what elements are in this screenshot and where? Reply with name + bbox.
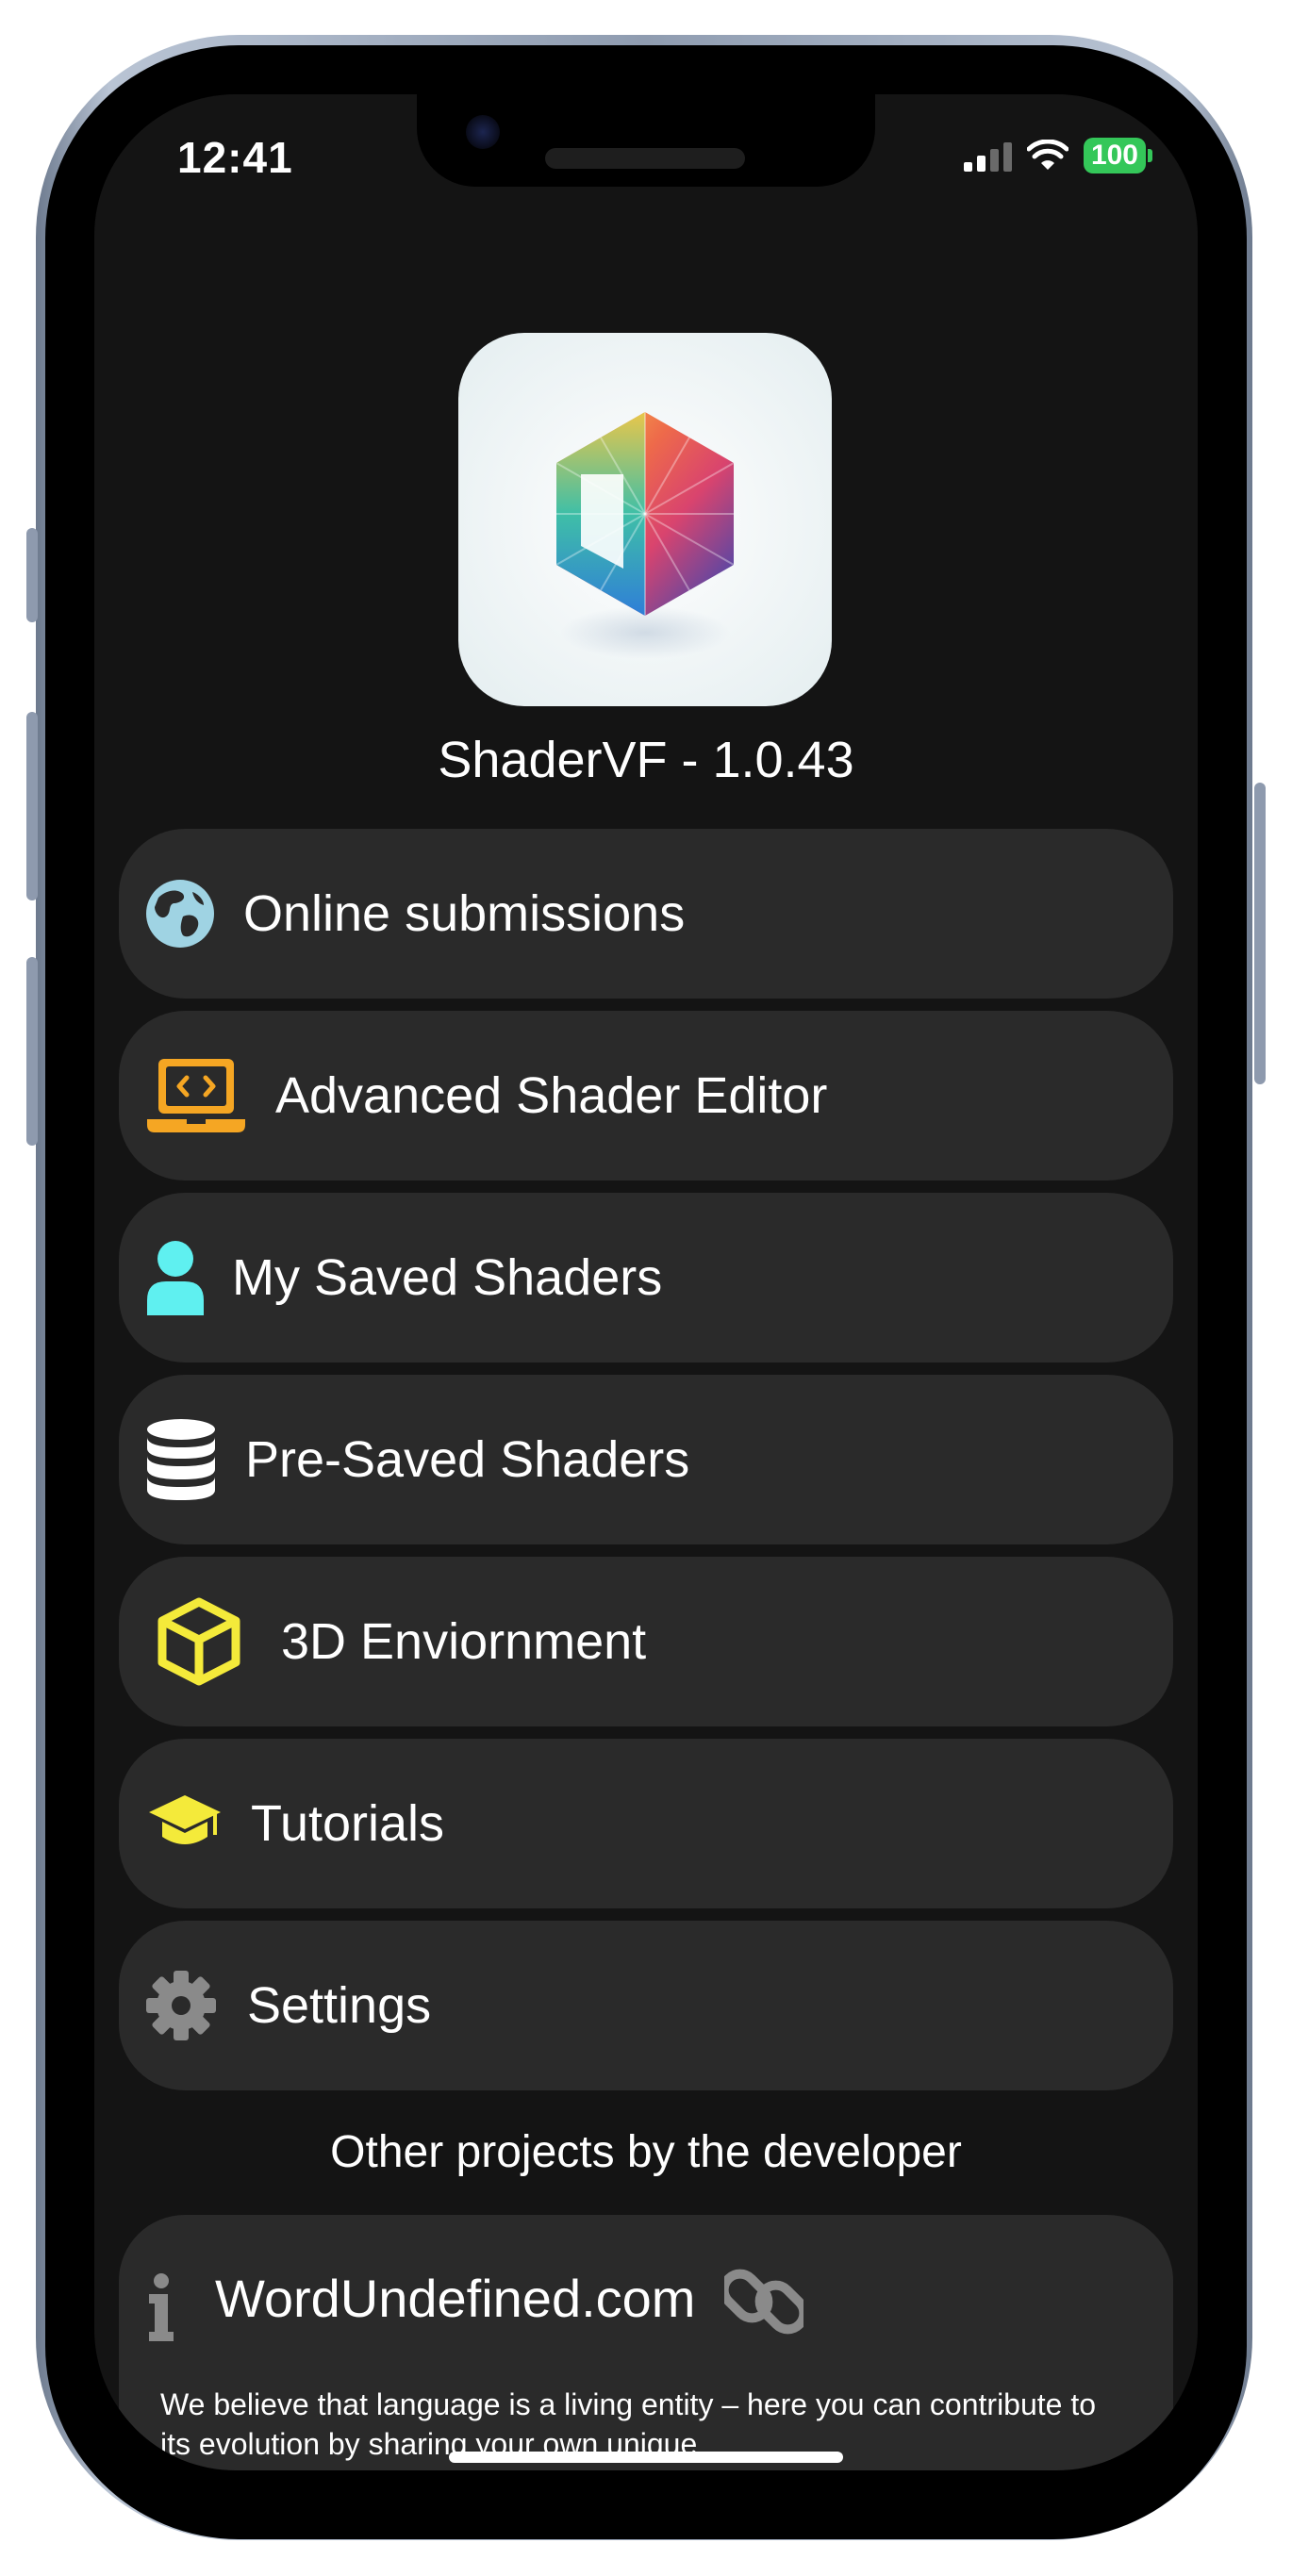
- 3d-environment-button[interactable]: 3D Enviornment: [119, 1557, 1173, 1726]
- status-icons: 100: [963, 138, 1152, 173]
- menu-item-label: Online submissions: [243, 885, 686, 942]
- tutorials-button[interactable]: Tutorials: [119, 1739, 1173, 1908]
- info-icon: [145, 2273, 177, 2341]
- laptop-code-icon: [145, 1053, 247, 1138]
- app-logo: [458, 333, 832, 706]
- status-time: 12:41: [177, 133, 293, 182]
- power-button: [1254, 783, 1266, 1084]
- menu-item-label: 3D Enviornment: [281, 1613, 647, 1670]
- other-projects-heading: Other projects by the developer: [330, 2127, 962, 2177]
- menu-item-label: My Saved Shaders: [232, 1249, 663, 1306]
- link-icon[interactable]: [719, 2262, 809, 2341]
- wifi-icon: [1026, 140, 1068, 170]
- advanced-shader-editor-button[interactable]: Advanced Shader Editor: [119, 1011, 1173, 1181]
- graduation-cap-icon: [147, 1793, 223, 1854]
- menu-item-label: Pre-Saved Shaders: [245, 1431, 690, 1488]
- settings-button[interactable]: Settings: [119, 1921, 1173, 2090]
- battery-level: 100: [1083, 138, 1146, 173]
- user-icon: [145, 1240, 206, 1315]
- database-icon: [145, 1418, 217, 1501]
- globe-icon: [145, 879, 215, 949]
- screen: 12:41 100 ShaderVF - 1.0.43 Online submi…: [94, 94, 1198, 2470]
- notch: [417, 94, 875, 187]
- menu-item-label: Advanced Shader Editor: [275, 1067, 828, 1124]
- speaker-grille: [545, 148, 745, 169]
- app-version: ShaderVF - 1.0.43: [438, 732, 854, 788]
- project-card[interactable]: WordUndefined.com We believe that langua…: [119, 2215, 1173, 2470]
- mute-switch: [26, 528, 38, 622]
- menu-item-label: Tutorials: [251, 1795, 445, 1852]
- battery-icon: 100: [1083, 138, 1152, 173]
- pre-saved-shaders-button[interactable]: Pre-Saved Shaders: [119, 1375, 1173, 1544]
- menu-item-label: Settings: [247, 1977, 432, 2034]
- volume-down-button: [26, 957, 38, 1146]
- home-indicator[interactable]: [449, 2452, 843, 2463]
- my-saved-shaders-button[interactable]: My Saved Shaders: [119, 1193, 1173, 1362]
- online-submissions-button[interactable]: Online submissions: [119, 829, 1173, 999]
- cellular-signal-icon: [963, 140, 1012, 172]
- cube-icon: [157, 1596, 241, 1687]
- front-camera: [466, 115, 500, 149]
- volume-up-button: [26, 712, 38, 900]
- gear-icon: [145, 1970, 217, 2041]
- project-name: WordUndefined.com: [215, 2269, 696, 2328]
